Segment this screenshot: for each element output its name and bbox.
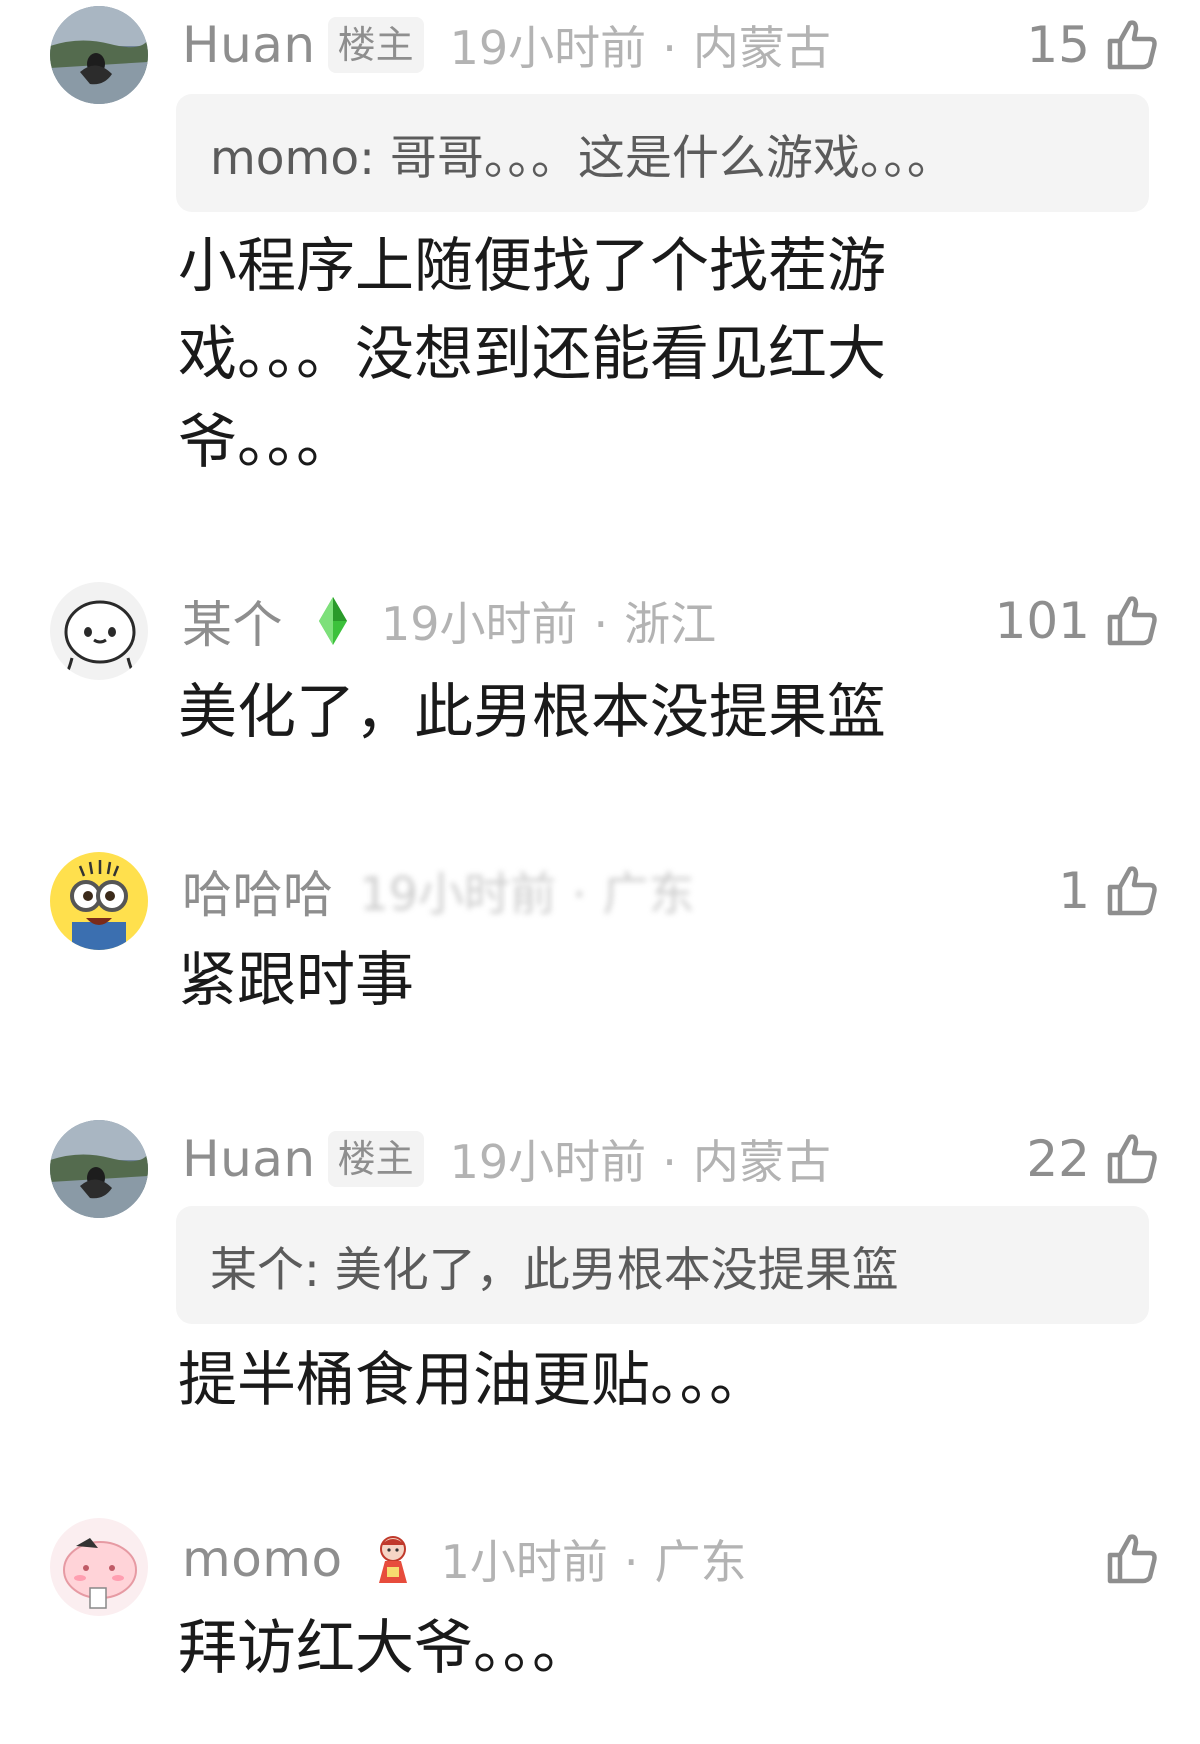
- username[interactable]: 哈哈哈: [182, 855, 334, 927]
- thumbs-up-icon: [1107, 20, 1157, 70]
- like-button[interactable]: [1090, 1524, 1160, 1594]
- comment-location: 浙江: [624, 597, 717, 651]
- like-button[interactable]: 1: [1058, 856, 1160, 926]
- quoted-text: 某个: 美化了，此男根本没提果篮: [210, 1242, 899, 1298]
- comment-text: 美化了，此男根本没提果篮: [178, 668, 886, 756]
- quoted-reply[interactable]: momo: 哥哥。。。这是什么游戏。。。: [176, 94, 1149, 212]
- op-badge: 楼主: [327, 17, 424, 73]
- avatar[interactable]: [50, 1518, 148, 1616]
- like-button[interactable]: 15: [1026, 10, 1160, 80]
- comment-location: 广东: [654, 1535, 747, 1589]
- thumbs-up-icon: [1107, 1134, 1157, 1184]
- username[interactable]: Huan: [182, 1130, 316, 1188]
- comment-text: 提半桶食用油更贴。。。: [178, 1336, 768, 1424]
- avatar[interactable]: [50, 852, 148, 950]
- quoted-text: momo: 哥哥。。。这是什么游戏。。。: [210, 130, 954, 186]
- comment-meta: 1小时前 · 广东: [440, 1535, 747, 1589]
- avatar-image: [50, 852, 148, 950]
- comment-text-line: 拜访红大爷。。。: [178, 1613, 592, 1682]
- comment-meta: 19小时前 · 广东: [359, 867, 695, 921]
- avatar[interactable]: [50, 1120, 148, 1218]
- comment-location: 内蒙古: [692, 21, 831, 75]
- comment-text-line: 紧跟时事: [178, 945, 415, 1014]
- username[interactable]: Huan: [182, 16, 316, 74]
- like-count: 15: [1026, 16, 1090, 74]
- avatar[interactable]: [50, 582, 148, 680]
- comment-time: 19小时前: [449, 1135, 647, 1189]
- like-count: 101: [994, 592, 1090, 650]
- comment-text: 紧跟时事: [178, 936, 414, 1024]
- comment-meta: 19小时前 · 内蒙古: [449, 1135, 831, 1189]
- op-badge: 楼主: [327, 1131, 424, 1187]
- comment-text-line: 美化了，此男根本没提果篮: [178, 677, 887, 746]
- quoted-reply[interactable]: 某个: 美化了，此男根本没提果篮: [176, 1206, 1149, 1324]
- comment-text-line: 戏。。。没想到还能看见红大: [178, 319, 887, 388]
- comment-time: 19小时前: [449, 21, 647, 75]
- like-count: 1: [1058, 862, 1090, 920]
- comment-time: 19小时前: [359, 867, 557, 921]
- comment-location: 广东: [602, 867, 695, 921]
- avatar-image: [50, 1120, 148, 1218]
- comment-text-line: 提半桶食用油更贴。。。: [178, 1345, 769, 1414]
- comment-text-line: 小程序上随便找了个找茬游: [178, 231, 887, 300]
- comment-text: 小程序上随便找了个找茬游 戏。。。没想到还能看见红大 爷。。。: [178, 222, 886, 486]
- thumbs-up-icon: [1107, 1534, 1157, 1584]
- comment-time: 1小时前: [440, 1535, 608, 1589]
- avatar[interactable]: [50, 6, 148, 104]
- avatar-image: [50, 582, 148, 680]
- thumbs-up-icon: [1107, 596, 1157, 646]
- comment-time: 19小时前: [381, 597, 578, 651]
- like-count: 22: [1026, 1130, 1090, 1188]
- like-button[interactable]: 101: [995, 586, 1160, 656]
- like-button[interactable]: 22: [1026, 1124, 1160, 1194]
- comment-meta: 19小时前 · 浙江: [381, 597, 717, 651]
- username[interactable]: 某个: [182, 585, 283, 657]
- comment-text-line: 爷。。。: [178, 407, 356, 476]
- comment-meta: 19小时前 · 内蒙古: [449, 21, 831, 75]
- comment-text: 拜访红大爷。。。: [178, 1604, 591, 1692]
- thumbs-up-icon: [1107, 866, 1157, 916]
- green-diamond-icon: [319, 597, 347, 645]
- doll-sticker-icon: [378, 1536, 407, 1583]
- username[interactable]: momo: [182, 1530, 343, 1588]
- avatar-image: [50, 6, 148, 104]
- avatar-image: [50, 1518, 148, 1616]
- comment-location: 内蒙古: [692, 1135, 831, 1189]
